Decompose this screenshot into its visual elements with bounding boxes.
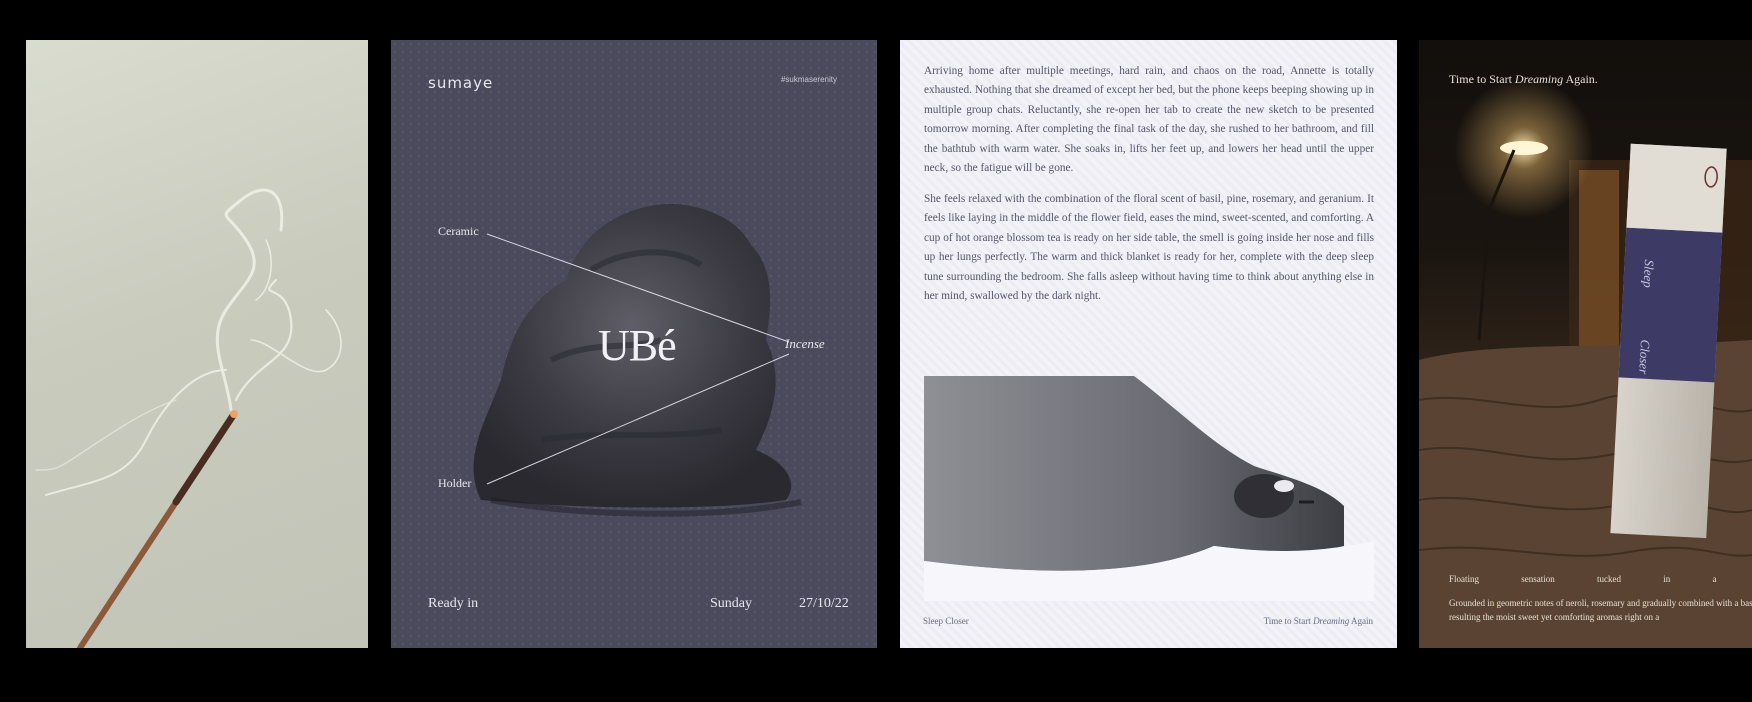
footer-day: Sunday <box>710 596 752 611</box>
story-text-panel: Arriving home after multiple meetings, h… <box>900 40 1397 648</box>
hashtag-label: #sukmaserenity <box>780 75 837 84</box>
caption-line-2: Grounded in geometric notes of neroli, r… <box>1449 598 1752 622</box>
footer-date: 27/10/22 <box>799 596 849 611</box>
sleeping-animal-photo <box>924 376 1374 601</box>
ube-poster-panel: sumaye #sukmaserenity Ceramic Incense Ho… <box>391 40 877 648</box>
story-paragraph-2: She feels relaxed with the combination o… <box>924 193 1374 303</box>
bedroom-scene-image <box>1419 78 1752 648</box>
caption-line-1: Floating sensation tucked in a <box>1449 574 1717 584</box>
footer-ready: Ready in <box>428 596 479 611</box>
label-ceramic: Ceramic <box>438 224 479 238</box>
poster-title: UBé <box>598 321 677 370</box>
box-label-bottom: Closer <box>1636 339 1653 375</box>
incense-smoke-illustration <box>35 188 342 648</box>
box-label-top: Sleep <box>1640 259 1657 289</box>
bedroom-product-panel: Time to Start Dreaming Again. Floating s… <box>1419 40 1752 648</box>
label-incense: Incense <box>785 336 825 351</box>
story-paragraph-1: Arriving home after multiple meetings, h… <box>924 65 1374 175</box>
label-holder: Holder <box>438 476 472 490</box>
brand-logo: sumaye <box>428 74 494 92</box>
footer-tagline: Time to Start Dreaming Again <box>1263 616 1373 626</box>
bedroom-title: Time to Start Dreaming Again. <box>1449 72 1598 86</box>
footer-sleep-closer: Sleep Closer <box>923 616 969 626</box>
incense-smoke-panel <box>26 40 368 648</box>
